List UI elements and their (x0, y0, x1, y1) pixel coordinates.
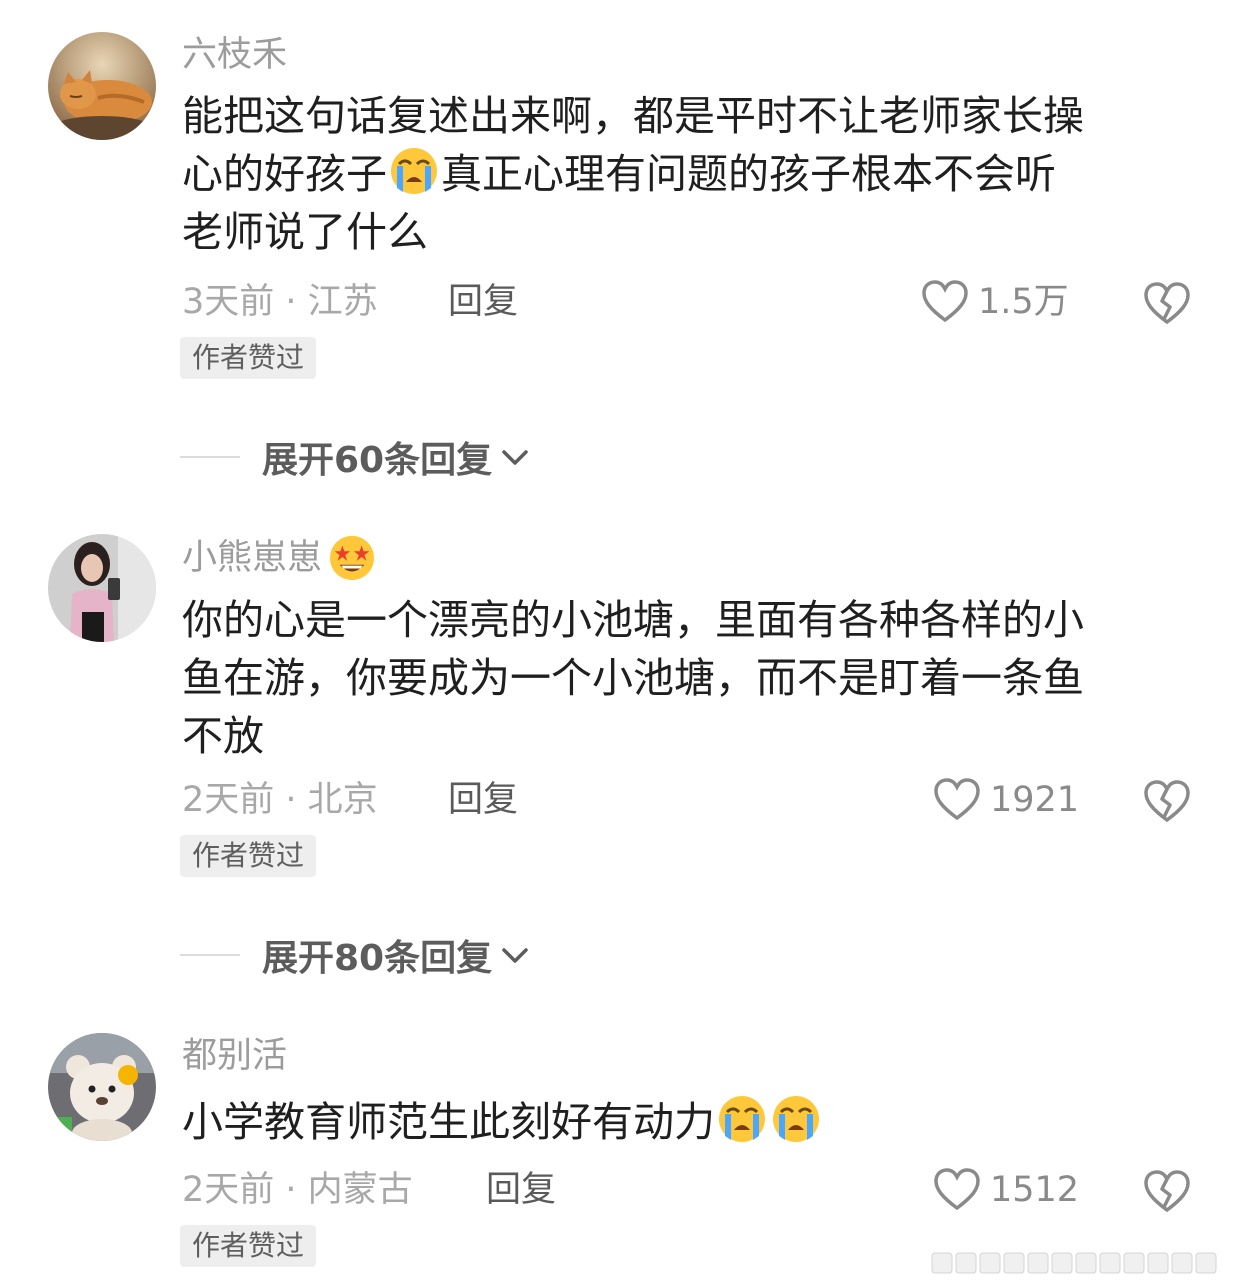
comment-text: 你的心是一个漂亮的小池塘，里面有各种各样的小 鱼在游，你要成为一个小池塘，而不是… (182, 591, 1182, 765)
expand-replies-button[interactable]: 展开60条回复 (180, 432, 532, 482)
expand-replies-label: 展开60条回复 (262, 440, 493, 481)
comment-text: 能把这句话复述出来啊，都是平时不让老师家长操 心的好孩子 真正心理有问题的孩子根… (182, 87, 1182, 261)
like-count: 1512 (990, 1170, 1080, 1210)
username-label: 六枝禾 (182, 35, 288, 75)
username[interactable]: 小熊崽崽 (182, 534, 376, 582)
username[interactable]: 都别活 (182, 1033, 287, 1079)
comment-line: 不放 (182, 712, 264, 760)
girl-selfie-avatar-icon (48, 534, 156, 642)
broken-heart-icon[interactable] (1142, 279, 1192, 329)
author-liked-badge: 作者赞过 (180, 1225, 317, 1267)
heart-outline-icon (934, 778, 980, 821)
comment-line: 鱼在游，你要成为一个小池塘，而不是盯着一条鱼 (182, 654, 1084, 702)
comment-fragment: 心的好孩子 (182, 150, 387, 198)
timestamp-location: 2天前 · 内蒙古 (182, 1170, 413, 1210)
divider (180, 954, 240, 956)
chevron-down-icon (502, 948, 528, 963)
broken-heart-icon[interactable] (1142, 777, 1192, 827)
author-liked-badge: 作者赞过 (180, 337, 317, 379)
username-label: 小熊崽崽 (182, 538, 323, 578)
comment-fragment: 真正心理有问题的孩子根本不会听 (441, 150, 1056, 198)
avatar[interactable] (48, 1033, 156, 1141)
avatar[interactable] (48, 32, 156, 140)
star-struck-emoji-icon (329, 535, 375, 581)
reply-button[interactable]: 回复 (448, 277, 518, 327)
username-label: 都别活 (182, 1036, 288, 1076)
comment-meta: 2天前 · 内蒙古 回复 1512 (182, 1165, 1192, 1215)
heart-outline-icon (922, 280, 968, 323)
loudly-crying-emoji-icon (391, 148, 437, 194)
cat-sleeping-avatar-icon (48, 32, 156, 140)
avatar[interactable] (48, 534, 156, 642)
reply-button[interactable]: 回复 (448, 775, 518, 825)
timestamp-location: 2天前 · 北京 (182, 780, 378, 820)
expand-replies-button[interactable]: 展开80条回复 (180, 930, 532, 980)
comment-line: 你的心是一个漂亮的小池塘，里面有各种各样的小 (182, 596, 1084, 644)
timestamp-location: 3天前 · 江苏 (182, 282, 378, 322)
comment-line: 老师说了什么 (182, 208, 428, 256)
expand-replies-label: 展开80条回复 (262, 938, 493, 979)
comment-line: 小学教育师范生此刻好有动力 (182, 1093, 1182, 1151)
comment-meta: 2天前 · 北京 回复 1921 (182, 775, 1192, 825)
loudly-crying-emoji-icon (719, 1096, 765, 1142)
like-button[interactable]: 1921 (932, 775, 1079, 825)
like-count: 1921 (990, 780, 1080, 820)
comment-fragment: 小学教育师范生此刻好有动力 (182, 1098, 715, 1146)
watermark-logo (931, 1252, 1217, 1274)
comment-line: 心的好孩子 真正心理有问题的孩子根本不会听 (182, 145, 1182, 203)
author-liked-badge: 作者赞过 (180, 835, 317, 877)
comment-meta: 3天前 · 江苏 回复 1.5万 (182, 277, 1192, 327)
divider (180, 456, 240, 458)
like-count: 1.5万 (978, 282, 1069, 322)
heart-outline-icon (934, 1168, 980, 1211)
loudly-crying-emoji-icon (773, 1096, 819, 1142)
username[interactable]: 六枝禾 (182, 32, 287, 78)
reply-button[interactable]: 回复 (486, 1165, 556, 1215)
like-button[interactable]: 1512 (932, 1165, 1079, 1215)
like-button[interactable]: 1.5万 (920, 277, 1069, 327)
comment-text: 小学教育师范生此刻好有动力 (182, 1093, 1182, 1151)
comment-line: 能把这句话复述出来啊，都是平时不让老师家长操 (182, 92, 1084, 140)
broken-heart-icon[interactable] (1142, 1167, 1192, 1217)
chevron-down-icon (502, 450, 528, 465)
teddy-bear-avatar-icon (48, 1033, 156, 1141)
